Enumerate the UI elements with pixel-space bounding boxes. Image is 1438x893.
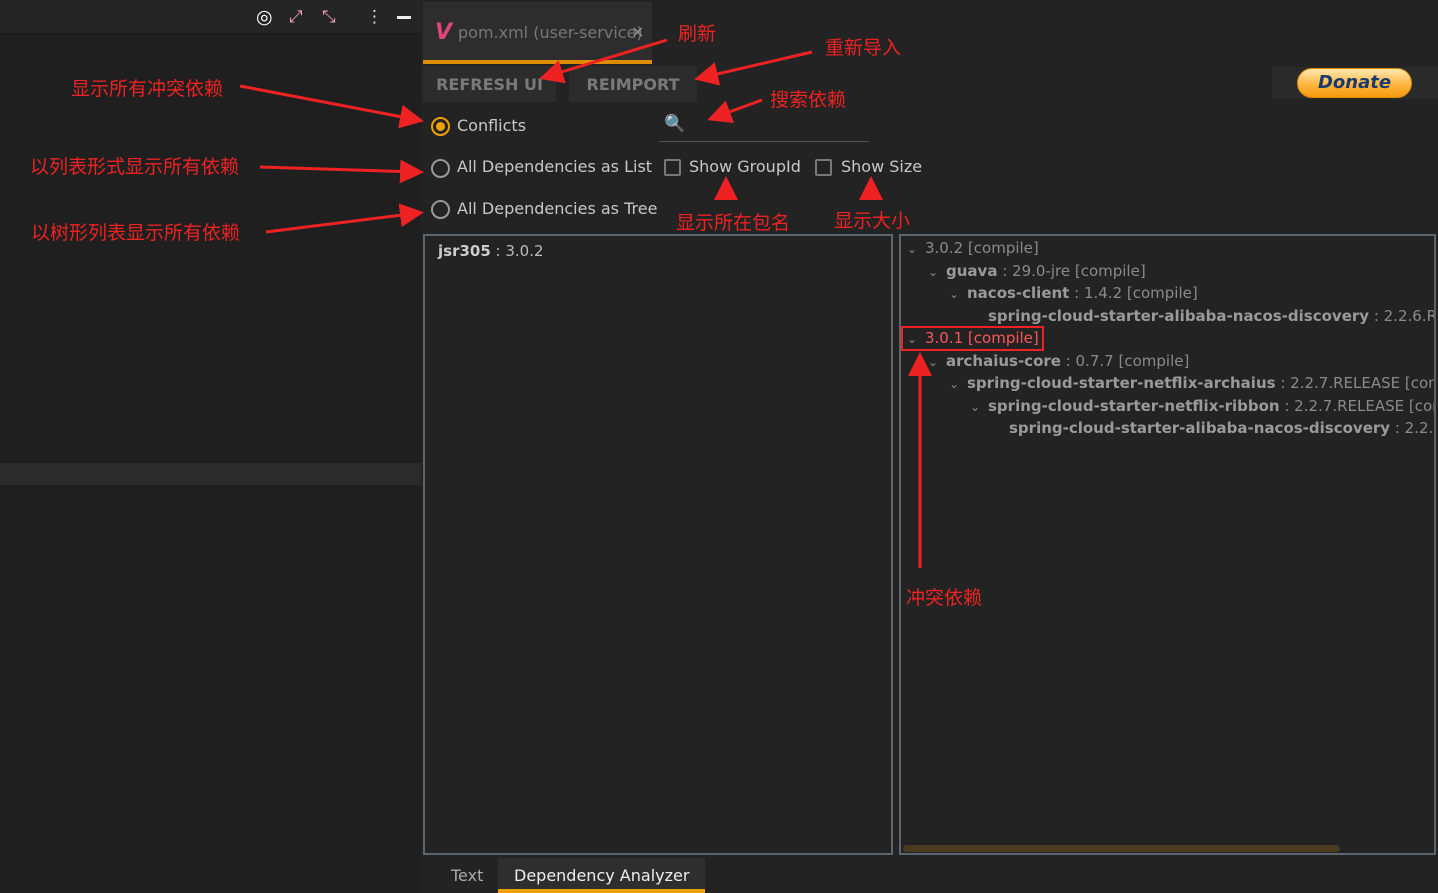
- minimize-icon[interactable]: [397, 16, 411, 19]
- tree-node-detail: : 29.0-jre [compile]: [997, 261, 1146, 280]
- radio-label-all-tree[interactable]: All Dependencies as Tree: [457, 199, 657, 218]
- tree-node-detail: : 2.2.7.RELEASE [compile]: [1280, 374, 1434, 392]
- tree-node-detail: : 0.7.7 [compile]: [1060, 351, 1190, 370]
- editor-tab-pom[interactable]: V pom.xml (user-service) ×: [423, 2, 652, 64]
- conflict-highlight-box: [901, 326, 1044, 351]
- reimport-button[interactable]: REIMPORT: [569, 66, 697, 102]
- annotation-conflict-dep: 冲突依赖: [906, 587, 983, 609]
- tree-node-name: spring-cloud-starter-netflix-ribbon: [988, 396, 1280, 415]
- annotation-tree: 以树形列表显示所有依赖: [31, 222, 241, 244]
- annotation-reimport: 重新导入: [825, 37, 902, 59]
- tree-node[interactable]: ⌄ 3.0.2 [compile]: [907, 239, 1039, 257]
- expand-icon[interactable]: ⤢: [289, 6, 303, 28]
- tree-node-name: spring-cloud-starter-alibaba-nacos-disco…: [1009, 419, 1391, 437]
- refresh-ui-button[interactable]: REFRESH UI: [423, 66, 556, 102]
- tab-dependency-analyzer[interactable]: Dependency Analyzer: [498, 858, 706, 893]
- chevron-down-icon[interactable]: ⌄: [907, 242, 925, 256]
- tree-node-name: nacos-client: [967, 284, 1070, 302]
- chevron-down-icon[interactable]: ⌄: [949, 287, 967, 301]
- show-size-label[interactable]: Show Size: [841, 157, 922, 176]
- show-groupid-label[interactable]: Show GroupId: [689, 157, 801, 176]
- maven-logo-icon: V: [435, 20, 453, 45]
- donate-button[interactable]: Donate: [1297, 68, 1412, 98]
- radio-all-tree[interactable]: [431, 200, 450, 219]
- tree-node-detail: : 1.4.2 [compile]: [1069, 284, 1198, 302]
- conflict-list[interactable]: jsr305 : 3.0.2: [423, 234, 893, 855]
- tree-node-name: spring-cloud-starter-alibaba-nacos-disco…: [988, 306, 1370, 325]
- tree-node-detail: 3.0.2 [compile]: [925, 239, 1039, 257]
- close-icon[interactable]: ×: [631, 22, 644, 41]
- search-icon: 🔍: [664, 114, 686, 134]
- show-groupid-checkbox[interactable]: [664, 159, 681, 176]
- tree-node-detail: : 2.2.6.RELEASE: [1373, 306, 1436, 325]
- tree-node-name: spring-cloud-starter-netflix-archaius: [967, 374, 1276, 392]
- radio-label-all-list[interactable]: All Dependencies as List: [457, 157, 652, 176]
- target-icon[interactable]: ◎: [256, 6, 273, 28]
- annotation-list: 以列表形式显示所有依赖: [30, 156, 240, 178]
- tree-node[interactable]: spring-cloud-starter-alibaba-nacos-disco…: [970, 306, 1436, 325]
- chevron-down-icon[interactable]: ⌄: [970, 400, 988, 414]
- tab-text[interactable]: Text: [435, 858, 499, 893]
- collapse-icon[interactable]: ⤡: [322, 6, 336, 28]
- tree-node-name: guava: [946, 261, 998, 280]
- list-item-version: 3.0.2: [505, 242, 544, 260]
- radio-conflicts[interactable]: [431, 117, 450, 136]
- annotation-search: 搜索依赖: [770, 89, 847, 111]
- chevron-down-icon[interactable]: ⌄: [949, 377, 967, 391]
- radio-all-list[interactable]: [431, 159, 450, 178]
- show-size-checkbox[interactable]: [815, 159, 832, 176]
- search-input[interactable]: 🔍: [659, 113, 869, 142]
- tree-node-detail: : 2.2.7.RELEASE [compile]: [1284, 396, 1434, 415]
- annotation-conflicts: 显示所有冲突依赖: [71, 78, 224, 100]
- tree-node[interactable]: ⌄ spring-cloud-starter-netflix-archaius :…: [949, 374, 1434, 392]
- more-vertical-icon[interactable]: ⋮: [366, 6, 383, 28]
- tree-node[interactable]: ⌄ spring-cloud-starter-netflix-ribbon : 2…: [970, 396, 1434, 415]
- tool-window-header: ◎ ⤢ ⤡ ⋮: [0, 0, 421, 34]
- tab-title: pom.xml (user-service): [458, 23, 643, 42]
- list-item-name: jsr305: [438, 242, 491, 260]
- tree-node-name: archaius-core: [946, 351, 1061, 370]
- left-panel-divider: [0, 463, 421, 485]
- list-item[interactable]: jsr305 : 3.0.2: [438, 242, 544, 260]
- annotation-groupid: 显示所在包名: [676, 212, 791, 234]
- tree-node[interactable]: ⌄ guava : 29.0-jre [compile]: [928, 262, 1146, 280]
- tree-node[interactable]: ⌄ archaius-core : 0.7.7 [compile]: [928, 352, 1189, 370]
- tree-node-detail: : 2.2.6.RELEASE: [1394, 419, 1434, 437]
- tree-node[interactable]: ⌄ nacos-client : 1.4.2 [compile]: [949, 284, 1198, 302]
- left-panel: [0, 0, 421, 893]
- chevron-down-icon[interactable]: ⌄: [928, 355, 946, 369]
- annotation-size: 显示大小: [834, 210, 911, 232]
- chevron-down-icon[interactable]: ⌄: [928, 265, 946, 279]
- horizontal-scrollbar[interactable]: [903, 845, 1340, 852]
- tree-node[interactable]: spring-cloud-starter-alibaba-nacos-disco…: [991, 419, 1434, 437]
- radio-label-conflicts[interactable]: Conflicts: [457, 116, 526, 135]
- annotation-refresh: 刷新: [678, 23, 717, 45]
